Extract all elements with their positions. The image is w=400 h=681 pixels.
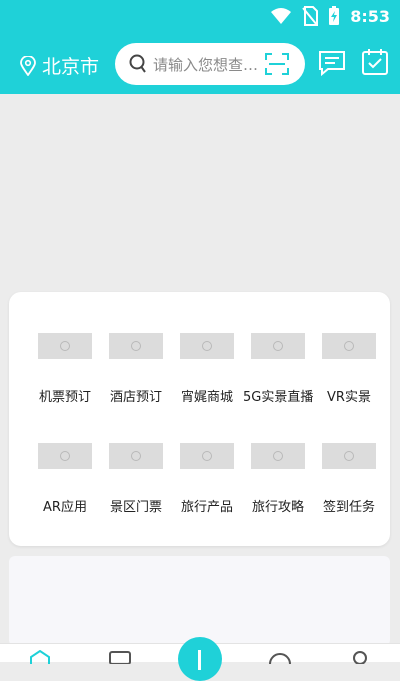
menu-label: 机票预订 bbox=[38, 390, 91, 405]
menu-item-products[interactable]: 旅行产品 bbox=[172, 443, 242, 515]
menu-item-ar[interactable]: AR应用 bbox=[30, 443, 100, 515]
location-pin-icon bbox=[20, 55, 36, 76]
image-placeholder-icon bbox=[322, 333, 376, 359]
menu-label: 旅行攻略 bbox=[251, 500, 304, 515]
location-selector[interactable]: 北京市 bbox=[20, 52, 99, 79]
content-panel bbox=[9, 556, 390, 646]
scan-icon[interactable] bbox=[265, 53, 289, 75]
menu-item-hotel[interactable]: 酒店预订 bbox=[101, 333, 171, 405]
app-header: 北京市 请输入您想查找的... bbox=[0, 34, 400, 94]
menu-label: 宵娓商城 bbox=[180, 390, 233, 405]
location-label: 北京市 bbox=[42, 56, 100, 78]
status-icons: 8:53 bbox=[270, 6, 390, 26]
wifi-icon bbox=[271, 8, 292, 24]
menu-item-mall[interactable]: 宵娓商城 bbox=[172, 333, 242, 405]
menu-label: 景区门票 bbox=[109, 500, 162, 515]
image-placeholder-icon bbox=[251, 333, 305, 359]
status-bar: 8:53 bbox=[0, 0, 400, 34]
message-icon[interactable] bbox=[318, 50, 346, 76]
discover-icon[interactable] bbox=[268, 650, 292, 664]
image-placeholder-icon bbox=[38, 443, 92, 469]
plus-icon bbox=[198, 650, 201, 670]
menu-label: 酒店预订 bbox=[109, 390, 162, 405]
image-placeholder-icon bbox=[38, 333, 92, 359]
image-placeholder-icon bbox=[322, 443, 376, 469]
image-placeholder-icon bbox=[251, 443, 305, 469]
center-add-button[interactable] bbox=[178, 637, 222, 681]
search-icon bbox=[129, 54, 146, 73]
home-icon[interactable] bbox=[28, 650, 52, 664]
calendar-check-icon[interactable] bbox=[361, 48, 389, 76]
image-placeholder-icon bbox=[109, 333, 163, 359]
search-input[interactable]: 请输入您想查找的... bbox=[153, 54, 273, 75]
banner-area bbox=[0, 94, 400, 284]
menu-item-tickets[interactable]: 景区门票 bbox=[101, 443, 171, 515]
menu-item-checkin[interactable]: 签到任务 bbox=[314, 443, 384, 515]
menu-label: 旅行产品 bbox=[180, 500, 233, 515]
no-sim-icon bbox=[302, 6, 319, 26]
menu-label: 签到任务 bbox=[322, 500, 375, 515]
menu-label: AR应用 bbox=[43, 500, 87, 515]
image-placeholder-icon bbox=[109, 443, 163, 469]
battery-charging-icon bbox=[329, 6, 340, 25]
menu-item-vr[interactable]: VR实景 bbox=[314, 333, 384, 405]
image-placeholder-icon bbox=[180, 333, 234, 359]
map-icon[interactable] bbox=[108, 650, 132, 664]
profile-icon[interactable] bbox=[348, 650, 372, 664]
menu-item-flight[interactable]: 机票预订 bbox=[30, 333, 100, 405]
menu-label: VR实景 bbox=[327, 390, 371, 405]
status-time: 8:53 bbox=[350, 6, 390, 26]
search-bar[interactable]: 请输入您想查找的... bbox=[115, 43, 305, 85]
quick-menu-card: 机票预订 酒店预订 宵娓商城 5G实景直播 VR实景 AR应用 景区门票 旅行产… bbox=[9, 292, 390, 546]
menu-item-5g-live[interactable]: 5G实景直播 bbox=[243, 333, 313, 405]
image-placeholder-icon bbox=[180, 443, 234, 469]
menu-label: 5G实景直播 bbox=[243, 390, 314, 405]
menu-item-guides[interactable]: 旅行攻略 bbox=[243, 443, 313, 515]
